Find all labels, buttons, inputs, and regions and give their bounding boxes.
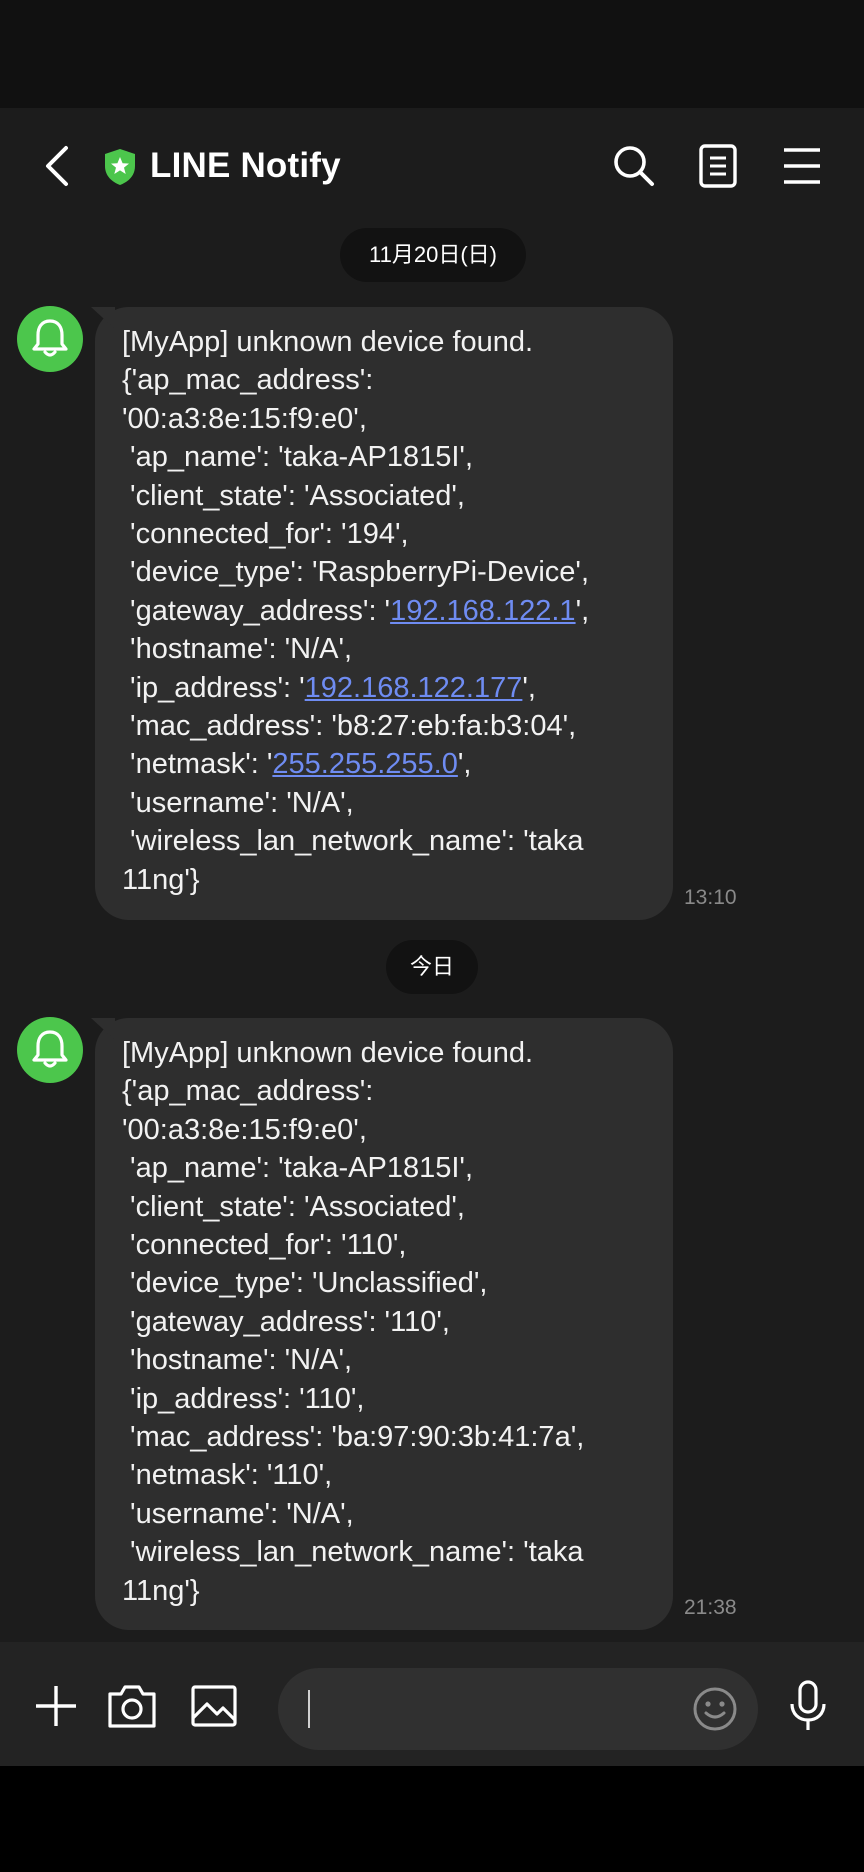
message-input[interactable] [278, 1668, 758, 1750]
image-icon [191, 1685, 237, 1727]
microphone-icon [790, 1680, 826, 1730]
shield-star-icon [105, 149, 135, 185]
notes-button[interactable] [694, 142, 742, 190]
chat-title: LINE Notify [150, 146, 341, 185]
date-separator: 11月20日(日) [340, 228, 526, 282]
input-bar [0, 1642, 864, 1766]
ip-link[interactable]: 192.168.122.1 [390, 595, 575, 627]
voice-button[interactable] [784, 1680, 832, 1737]
message-text[interactable]: [MyApp] unknown device found. {'ap_mac_a… [122, 323, 659, 899]
text-caret [308, 1690, 310, 1728]
back-button[interactable] [36, 138, 80, 194]
chevron-left-icon [46, 146, 68, 186]
menu-icon [784, 148, 820, 184]
message-timestamp: 21:38 [684, 1596, 737, 1619]
emoji-icon [693, 1687, 737, 1731]
chat-header: LINE Notify [0, 108, 864, 226]
notes-icon [699, 144, 737, 188]
avatar[interactable] [17, 306, 83, 372]
plus-icon [36, 1686, 76, 1726]
search-button[interactable] [610, 142, 658, 190]
avatar[interactable] [17, 1017, 83, 1083]
date-separator: 今日 [386, 940, 478, 994]
image-button[interactable] [190, 1682, 238, 1735]
search-icon [614, 146, 654, 186]
status-bar [0, 0, 864, 108]
bell-icon [32, 1030, 68, 1068]
bell-icon [32, 319, 68, 357]
message-timestamp: 13:10 [684, 886, 737, 909]
add-button[interactable] [34, 1684, 78, 1733]
camera-button[interactable] [106, 1682, 158, 1735]
navigation-bar [0, 1766, 864, 1872]
ip-link[interactable]: 255.255.255.0 [272, 748, 457, 780]
message-bubble[interactable]: [MyApp] unknown device found. {'ap_mac_a… [95, 307, 673, 920]
menu-button[interactable] [778, 142, 826, 190]
emoji-button[interactable] [692, 1686, 738, 1737]
message-bubble[interactable]: [MyApp] unknown device found. {'ap_mac_a… [95, 1018, 673, 1630]
ip-link[interactable]: 192.168.122.177 [305, 672, 523, 704]
camera-icon [108, 1685, 156, 1728]
message-text[interactable]: [MyApp] unknown device found. {'ap_mac_a… [122, 1034, 659, 1610]
message-list[interactable]: 11月20日(日) [MyApp] unknown device found. … [0, 226, 864, 1642]
